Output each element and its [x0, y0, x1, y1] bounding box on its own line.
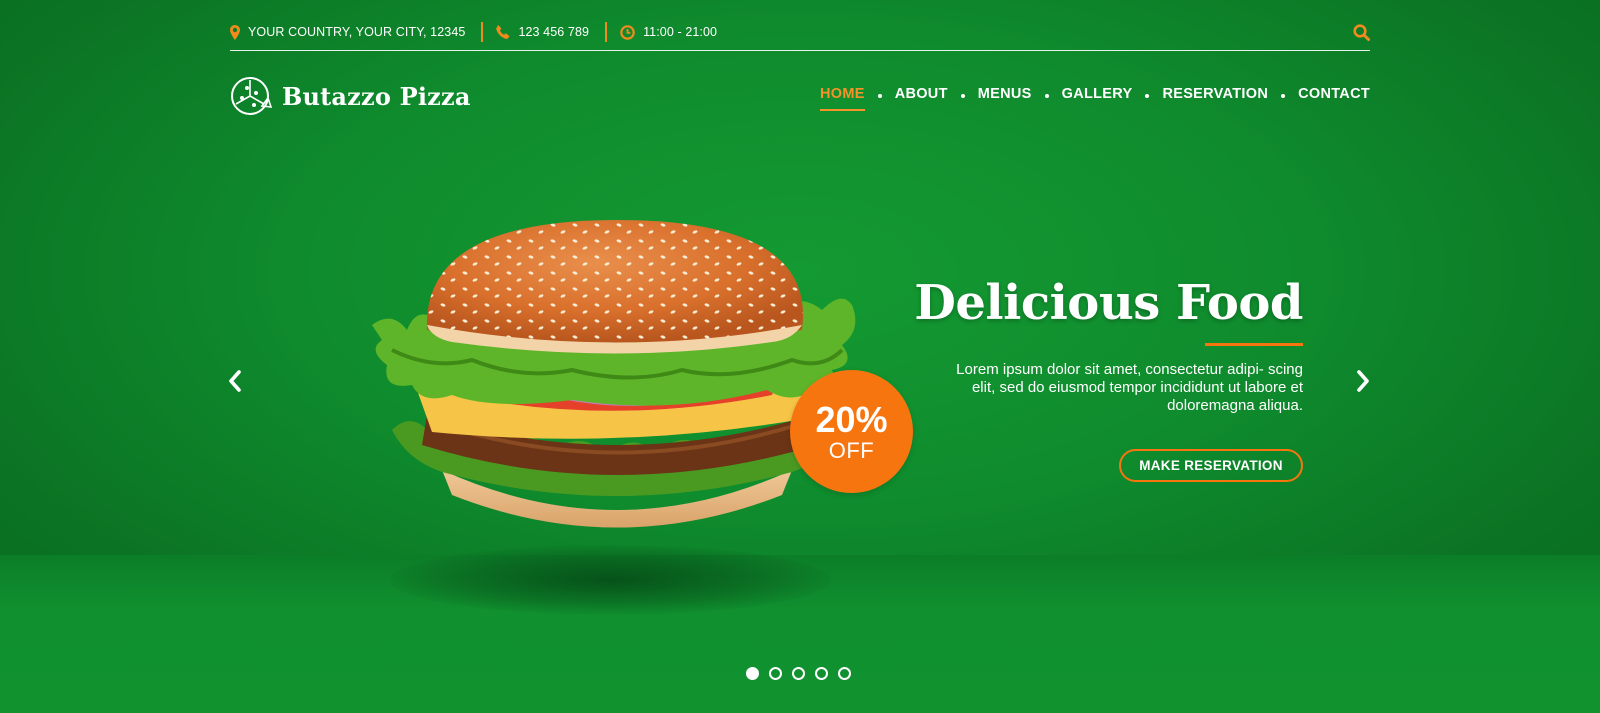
nav-separator — [1281, 94, 1286, 98]
brand-logo[interactable]: Butazzo Pizza — [230, 76, 471, 116]
burger-image — [372, 220, 856, 528]
nav-menus[interactable]: MENUS — [978, 86, 1032, 106]
nav-contact[interactable]: CONTACT — [1298, 86, 1370, 106]
main-nav: HOME ABOUT MENUS GALLERY RESERVATION CON… — [819, 86, 1370, 111]
phone-text[interactable]: 123 456 789 — [518, 25, 589, 39]
slider-dot-1[interactable] — [746, 667, 759, 680]
hours-text: 11:00 - 21:00 — [643, 25, 718, 39]
divider — [605, 22, 608, 42]
map-pin-icon — [230, 24, 240, 40]
phone-info: 123 456 789 — [496, 22, 589, 42]
address-text: YOUR COUNTRY, YOUR CITY, 12345 — [248, 25, 466, 39]
phone-icon — [496, 25, 510, 39]
brand-name: Butazzo Pizza — [282, 81, 471, 111]
hours-info: 11:00 - 21:00 — [620, 22, 717, 42]
search-icon — [1353, 23, 1370, 41]
clock-icon — [620, 24, 635, 40]
slider-prev-button[interactable] — [228, 370, 242, 397]
top-info-bar: YOUR COUNTRY, YOUR CITY, 12345 123 456 7… — [230, 14, 1370, 51]
nav-separator — [1145, 94, 1150, 98]
title-underline — [1205, 343, 1303, 346]
slider-dot-5[interactable] — [838, 667, 851, 680]
nav-reservation[interactable]: RESERVATION — [1162, 86, 1268, 106]
slider-next-button[interactable] — [1356, 370, 1370, 397]
pizza-logo-icon — [231, 77, 272, 115]
nav-gallery[interactable]: GALLERY — [1062, 86, 1133, 106]
slider-dot-3[interactable] — [792, 667, 805, 680]
discount-percent: 20% — [815, 398, 888, 440]
nav-separator — [877, 94, 882, 98]
nav-home[interactable]: HOME — [819, 86, 865, 111]
nav-separator — [1044, 94, 1049, 98]
discount-badge: 20% OFF — [790, 370, 913, 493]
search-button[interactable] — [1353, 23, 1370, 41]
divider — [481, 22, 484, 42]
chevron-right-icon — [1357, 370, 1369, 392]
discount-label: OFF — [828, 437, 875, 463]
slider-dot-2[interactable] — [769, 667, 782, 680]
slider-dot-4[interactable] — [815, 667, 828, 680]
make-reservation-button[interactable]: MAKE RESERVATION — [1119, 449, 1303, 482]
hero-description: Lorem ipsum dolor sit amet, consectetur … — [956, 361, 1303, 414]
hero-title: Delicious Food — [914, 275, 1303, 331]
burger-shadow — [390, 545, 830, 615]
slider-pagination — [746, 667, 861, 680]
nav-about[interactable]: ABOUT — [895, 86, 948, 106]
address-info: YOUR COUNTRY, YOUR CITY, 12345 — [230, 22, 465, 42]
nav-separator — [960, 94, 965, 98]
chevron-left-icon — [229, 370, 241, 392]
